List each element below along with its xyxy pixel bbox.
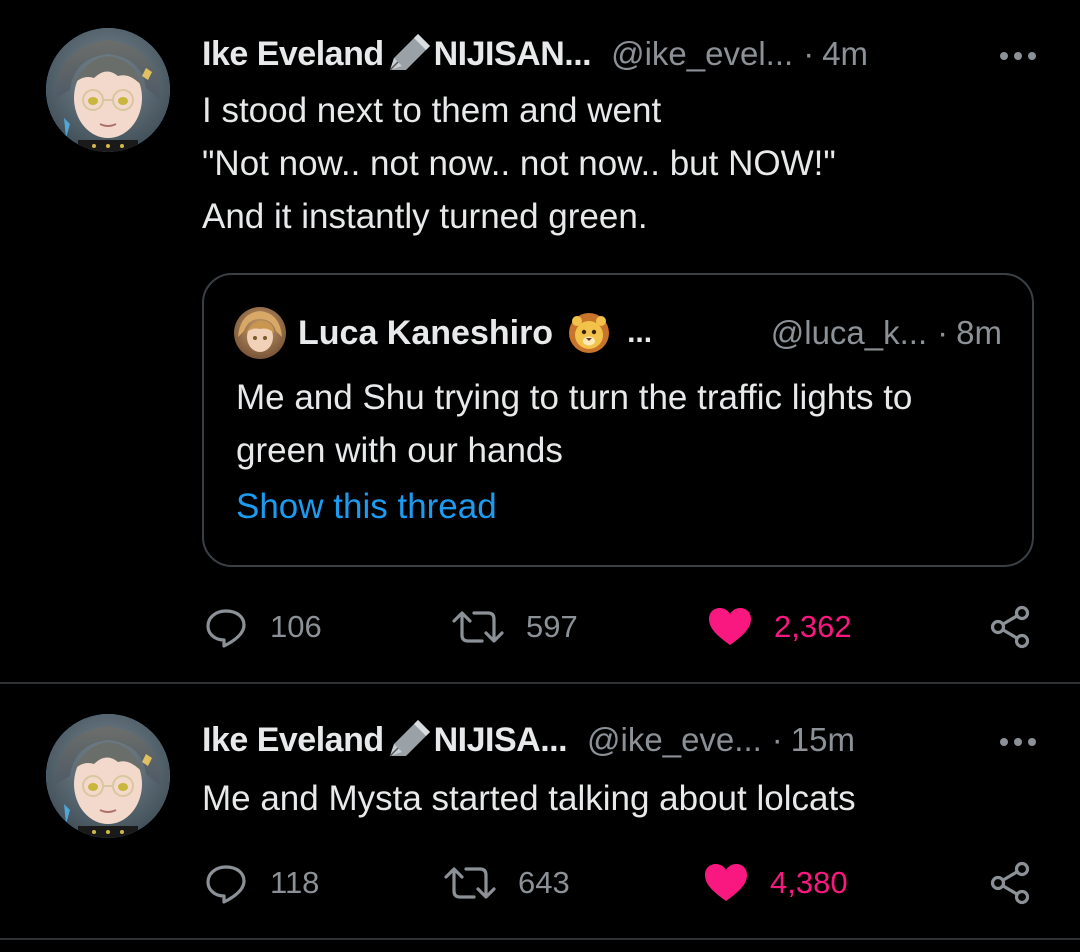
reply-count: 118 [270,865,320,900]
reply-count: 106 [270,609,322,644]
quoted-text-line: green with our hands [236,431,563,470]
avatar[interactable] [46,714,170,838]
separator-dot: · [937,314,949,351]
quoted-timestamp: 8m [956,314,1002,351]
like-count: 2,362 [774,609,852,644]
author-handle[interactable]: @ike_evel... [611,35,793,73]
quoted-header: Luca Kaneshiro ... @luca_k... · 8m [298,309,1002,357]
tweet-text-line: And it instantly turned green. [202,197,648,236]
author-name[interactable]: Ike Eveland [202,35,384,74]
timestamp[interactable]: 15m [791,721,855,759]
quoted-author-name: Luca Kaneshiro [298,313,554,352]
quoted-text-line: Me and Shu trying to turn the traffic li… [236,378,913,417]
tweet-actions: 118 643 4,380 [202,858,1042,908]
quoted-tweet[interactable]: Luca Kaneshiro ... @luca_k... · 8m Me an [202,273,1034,567]
timestamp[interactable]: 4m [822,35,868,73]
like-button[interactable]: 2,362 [706,602,852,652]
retweet-button[interactable]: 597 [450,602,578,652]
retweet-count: 643 [518,865,570,900]
tweet-text-line: Me and Mysta started talking about lolca… [202,779,856,818]
tweet-text: Me and Mysta started talking about lolca… [202,772,1040,825]
heart-icon [705,864,747,901]
tweet-text-line: "Not now.. not now.. not now.. but NOW!" [202,144,836,183]
quoted-text: Me and Shu trying to turn the traffic li… [236,371,1012,477]
share-icon [990,605,1030,649]
show-thread-link[interactable]: Show this thread [236,487,497,527]
retweet-button[interactable]: 643 [442,858,570,908]
tweet[interactable]: Ike Eveland NIJISA... @ike_eve... · 15m … [0,684,1080,940]
retweet-icon [444,867,496,899]
reply-icon [206,609,246,648]
reply-button[interactable]: 118 [202,858,319,908]
retweet-icon [452,611,504,643]
more-options-icon[interactable] [996,34,1040,74]
tweet-header: Ike Eveland NIJISAN... @ike_evel... · 4m [202,30,1040,78]
retweet-count: 597 [526,609,578,644]
tweet-divider [0,938,1080,940]
tweet-actions: 106 597 2,362 [202,602,1042,652]
avatar[interactable] [46,28,170,152]
tweet-text-line: I stood next to them and went [202,91,662,130]
tweet[interactable]: Ike Eveland NIJISAN... @ike_evel... · 4m… [0,0,1080,684]
author-name[interactable]: Ike Eveland [202,721,384,760]
fountain-pen-icon [384,716,434,760]
lion-face-icon [567,311,611,355]
reply-button[interactable]: 106 [202,602,322,652]
tweet-text: I stood next to them and went "Not now..… [202,84,1040,243]
separator-dot: · [771,721,783,758]
separator-dot: · [803,35,815,72]
like-count: 4,380 [770,865,848,900]
like-button[interactable]: 4,380 [702,858,848,908]
heart-icon [709,608,751,645]
name-truncation: ... [627,316,653,349]
share-icon [990,861,1030,905]
quoted-author-handle: @luca_k... [770,314,928,351]
quoted-avatar [234,307,286,359]
fountain-pen-icon [384,30,434,74]
more-options-icon[interactable] [996,720,1040,760]
author-handle[interactable]: @ike_eve... [587,721,762,759]
share-button[interactable] [986,602,1034,652]
tweet-header: Ike Eveland NIJISA... @ike_eve... · 15m [202,716,1040,764]
share-button[interactable] [986,858,1034,908]
author-suffix[interactable]: NIJISAN... [434,35,592,74]
author-suffix[interactable]: NIJISA... [434,721,568,760]
reply-icon [206,865,246,904]
